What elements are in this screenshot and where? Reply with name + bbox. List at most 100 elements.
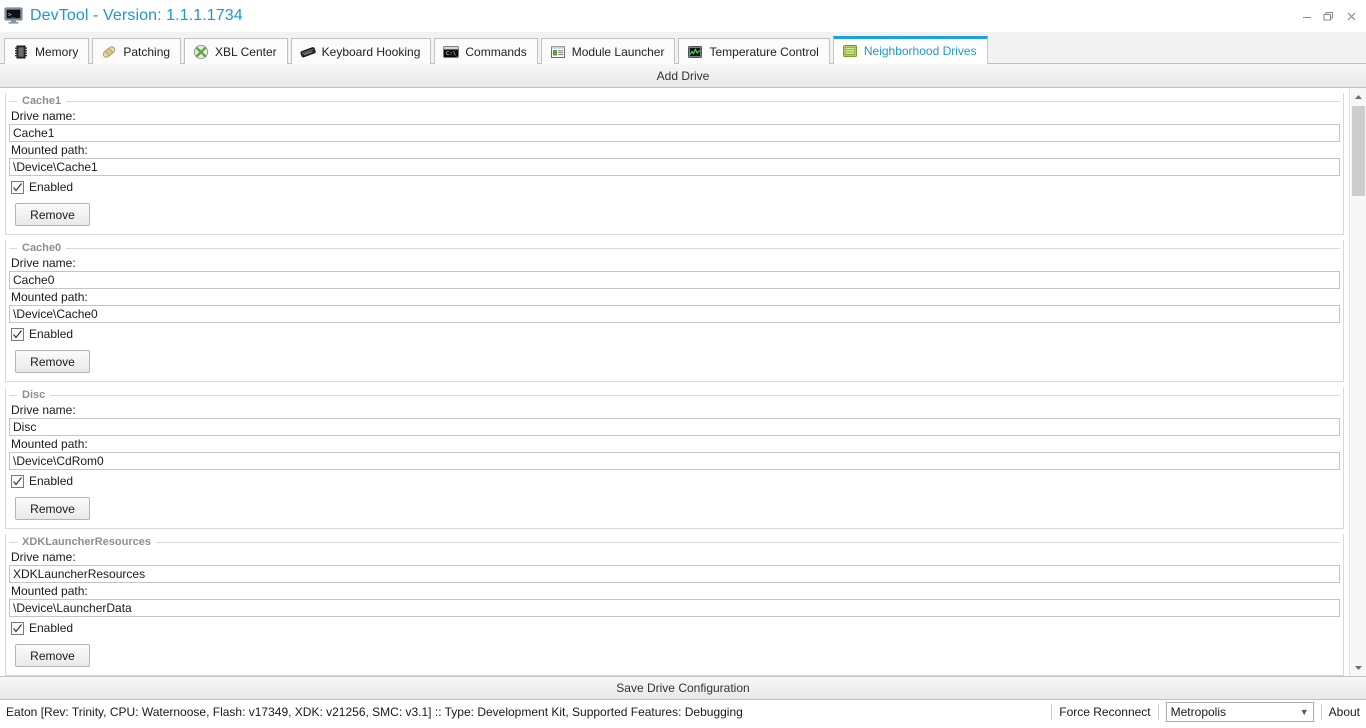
drives-icon xyxy=(842,45,857,57)
separator xyxy=(1051,704,1053,720)
enabled-label: Enabled xyxy=(29,327,74,341)
group-rule xyxy=(66,248,1340,249)
window-controls xyxy=(1296,6,1362,26)
checkmark-icon xyxy=(11,621,24,635)
remove-button[interactable]: Remove xyxy=(15,203,90,226)
drive-name-input[interactable] xyxy=(9,124,1340,142)
group-header: Cache0 xyxy=(9,243,1340,254)
console-select[interactable]: Metropolis ▼ xyxy=(1165,702,1314,722)
enabled-checkbox[interactable]: Enabled xyxy=(11,619,1340,637)
mounted-path-label: Mounted path: xyxy=(11,584,88,598)
xbox-sphere-icon xyxy=(193,44,209,59)
minimize-icon[interactable] xyxy=(1296,6,1318,26)
mounted-path-input[interactable] xyxy=(9,599,1340,617)
drive-group: Cache0 Drive name: Mounted path: Enabled… xyxy=(5,240,1344,382)
scroll-down-icon[interactable] xyxy=(1350,659,1366,676)
mounted-path-label: Mounted path: xyxy=(11,437,88,451)
enabled-checkbox[interactable]: Enabled xyxy=(11,472,1340,490)
tab-neighborhood-drives[interactable]: Neighborhood Drives xyxy=(832,36,988,64)
svg-text:C:\_: C:\_ xyxy=(446,51,459,57)
keyboard-icon xyxy=(300,46,316,57)
tab-label: Keyboard Hooking xyxy=(321,44,421,59)
group-rule xyxy=(66,101,1340,102)
tab-temperature-control[interactable]: Temperature Control xyxy=(678,38,830,64)
scroll-up-icon[interactable] xyxy=(1350,88,1366,105)
drive-name-input[interactable] xyxy=(9,565,1340,583)
remove-button[interactable]: Remove xyxy=(15,350,90,373)
page-title: DevTool - Version: 1.1.1.1734 xyxy=(30,7,243,24)
mounted-path-label: Mounted path: xyxy=(11,290,88,304)
tab-commands[interactable]: C:\_ Commands xyxy=(434,38,538,64)
checkmark-icon xyxy=(11,474,24,488)
group-corner xyxy=(9,248,17,249)
graph-monitor-icon xyxy=(688,45,703,58)
console-prompt-icon: C:\_ xyxy=(443,46,459,57)
mounted-path-input[interactable] xyxy=(9,452,1340,470)
mounted-path-input[interactable] xyxy=(9,305,1340,323)
tab-label: Patching xyxy=(123,44,171,59)
tab-label: XBL Center xyxy=(215,44,277,59)
group-corner xyxy=(9,395,17,396)
console-monitor-icon: >_ xyxy=(4,7,23,24)
drive-name-label: Drive name: xyxy=(11,109,76,123)
remove-button[interactable]: Remove xyxy=(15,644,90,667)
window-list-icon xyxy=(550,45,565,58)
about-button[interactable]: About xyxy=(1329,705,1360,719)
restore-icon[interactable] xyxy=(1318,6,1340,26)
drive-name-input[interactable] xyxy=(9,271,1340,289)
group-legend: Cache1 xyxy=(22,95,62,107)
status-text: Eaton [Rev: Trinity, CPU: Waternoose, Fl… xyxy=(6,705,743,719)
vertical-scrollbar[interactable] xyxy=(1349,88,1366,676)
memory-chip-icon xyxy=(15,45,27,58)
separator xyxy=(1320,704,1322,720)
drive-group: Cache1 Drive name: Mounted path: Enabled… xyxy=(5,93,1344,235)
mounted-path-input[interactable] xyxy=(9,158,1340,176)
enabled-label: Enabled xyxy=(29,621,74,635)
group-rule xyxy=(156,542,1340,543)
remove-button[interactable]: Remove xyxy=(15,497,90,520)
title-bar: >_ DevTool - Version: 1.1.1.1734 xyxy=(0,0,1366,32)
add-drive-button[interactable]: Add Drive xyxy=(0,64,1366,88)
enabled-label: Enabled xyxy=(29,474,74,488)
close-icon[interactable] xyxy=(1340,6,1362,26)
checkmark-icon xyxy=(11,180,24,194)
group-header: Cache1 xyxy=(9,96,1340,107)
drive-group: XDKLauncherResources Drive name: Mounted… xyxy=(5,534,1344,676)
checkmark-icon xyxy=(11,327,24,341)
drive-name-input[interactable] xyxy=(9,418,1340,436)
enabled-checkbox[interactable]: Enabled xyxy=(11,325,1340,343)
status-bar: Eaton [Rev: Trinity, CPU: Waternoose, Fl… xyxy=(0,700,1366,724)
tab-label: Module Launcher xyxy=(571,44,665,59)
scrollbar-thumb[interactable] xyxy=(1352,106,1365,196)
drives-scroll-area: Cache1 Drive name: Mounted path: Enabled… xyxy=(0,88,1366,676)
group-body: Drive name: Mounted path: Enabled Remove xyxy=(9,401,1340,522)
tab-label: Commands xyxy=(465,44,527,59)
svg-text:>_: >_ xyxy=(8,12,16,19)
drive-name-label: Drive name: xyxy=(11,403,76,417)
group-body: Drive name: Mounted path: Enabled Remove xyxy=(9,254,1340,375)
force-reconnect-button[interactable]: Force Reconnect xyxy=(1059,705,1150,719)
separator xyxy=(1157,704,1159,720)
group-rule xyxy=(50,395,1340,396)
group-header: XDKLauncherResources xyxy=(9,537,1340,548)
bandage-icon xyxy=(103,45,116,58)
group-header: Disc xyxy=(9,390,1340,401)
tab-label: Neighborhood Drives xyxy=(863,44,977,58)
tab-label: Temperature Control xyxy=(709,44,819,59)
tab-module-launcher[interactable]: Module Launcher xyxy=(540,38,676,64)
tab-keyboard-hooking[interactable]: Keyboard Hooking xyxy=(290,38,432,64)
drive-name-label: Drive name: xyxy=(11,256,76,270)
group-body: Drive name: Mounted path: Enabled Remove xyxy=(9,548,1340,669)
tab-patching[interactable]: Patching xyxy=(92,38,182,64)
tab-label: Memory xyxy=(35,44,79,59)
group-legend: Cache0 xyxy=(22,242,62,254)
group-legend: XDKLauncherResources xyxy=(22,536,151,548)
group-corner xyxy=(9,542,17,543)
tab-strip: Memory Patching XBL Center Keyboard Hook… xyxy=(0,32,1366,64)
save-drive-configuration-button[interactable]: Save Drive Configuration xyxy=(0,676,1366,700)
tab-xbl-center[interactable]: XBL Center xyxy=(184,38,288,64)
drive-group: Disc Drive name: Mounted path: Enabled R… xyxy=(5,387,1344,529)
mounted-path-label: Mounted path: xyxy=(11,143,88,157)
tab-memory[interactable]: Memory xyxy=(4,38,90,64)
enabled-checkbox[interactable]: Enabled xyxy=(11,178,1340,196)
